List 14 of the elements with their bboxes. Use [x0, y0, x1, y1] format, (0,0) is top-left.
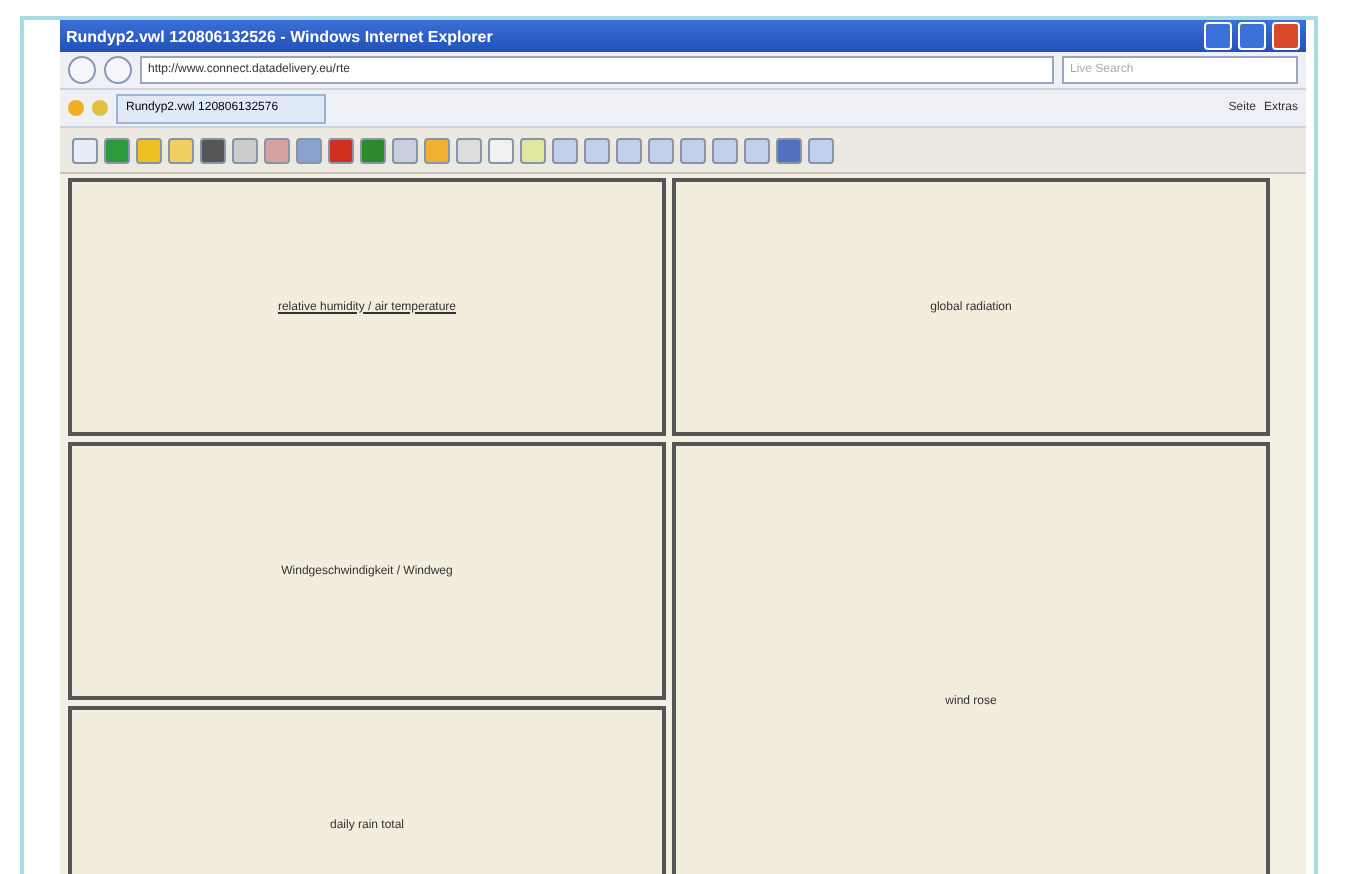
toolbar-icon[interactable] — [488, 137, 514, 163]
maximize-button[interactable] — [1238, 22, 1266, 50]
toolbar-icon[interactable] — [776, 137, 802, 163]
close-button[interactable] — [1272, 22, 1300, 50]
toolbar-icon[interactable] — [200, 137, 226, 163]
toolbar-icon[interactable] — [72, 137, 98, 163]
forward-button[interactable] — [104, 56, 132, 84]
minimize-button[interactable] — [1204, 22, 1232, 50]
back-button[interactable] — [68, 56, 96, 84]
toolbar-icon[interactable] — [360, 137, 386, 163]
toolbar-icon[interactable] — [104, 137, 130, 163]
window-title: Rundyp2.vwl 120806132526 - Windows Internet Explorer — [66, 27, 495, 45]
toolbar-icon[interactable] — [328, 137, 354, 163]
favorites-icon[interactable] — [92, 100, 108, 116]
